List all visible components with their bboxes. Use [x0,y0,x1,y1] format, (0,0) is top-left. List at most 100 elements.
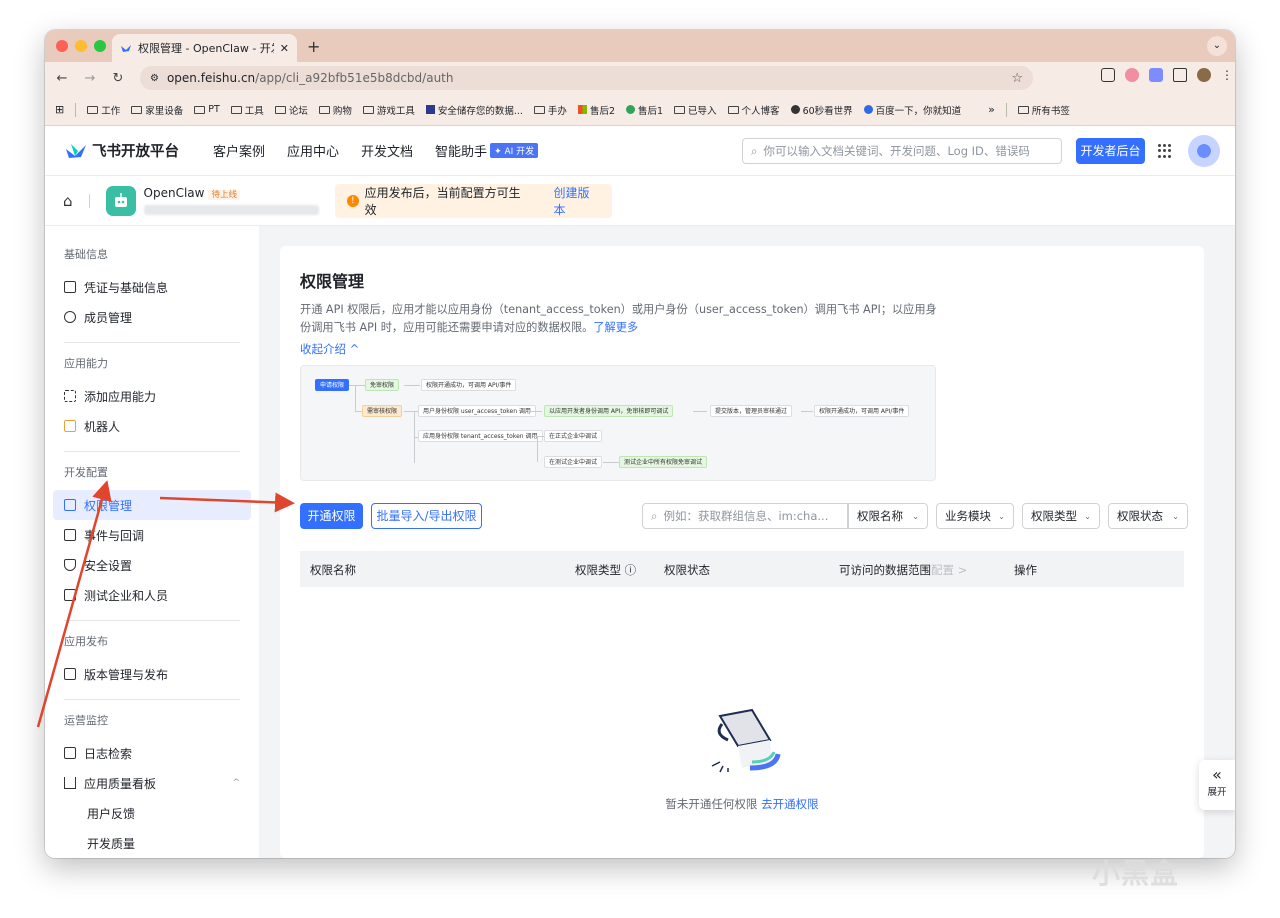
expand-panel-button[interactable]: « 展开 [1199,760,1235,810]
extension-icon[interactable] [1101,68,1115,82]
create-version-link[interactable]: 创建版本 [553,184,600,218]
sidebar-item-events[interactable]: 事件与回调 [45,520,259,550]
menu-icon[interactable]: ⋮ [1221,68,1233,82]
bookmark-item[interactable]: 手办 [533,103,567,117]
sidebar-item-versions[interactable]: 版本管理与发布 [45,659,259,689]
bookmark-item[interactable]: 游戏工具 [362,103,415,117]
collapse-intro-link[interactable]: 收起介绍 ^ [300,341,1184,357]
nav-assistant[interactable]: 智能助手 ✦ AI 开发 [435,141,539,160]
extensions-puzzle-icon[interactable] [1173,68,1187,82]
batch-import-export-button[interactable]: 批量导入/导出权限 [371,503,482,529]
extension-icon[interactable] [1149,68,1163,82]
permission-type-select[interactable]: 权限类型 ⌄ [1022,503,1100,529]
select-label: 权限名称 [857,509,903,523]
folder-icon [533,105,545,114]
extension-icon[interactable] [1125,68,1139,82]
site-header: 飞书开放平台 客户案例 应用中心 开发文档 智能助手 ✦ AI 开发 ⌕ 你可以输… [45,126,1235,176]
open-permission-button[interactable]: 开通权限 [300,503,363,529]
minimize-window-button[interactable] [75,40,87,52]
address-bar[interactable]: ⚙ open.feishu.cn/app/cli_a92bfb51e5b8dcb… [140,66,1033,90]
flow-submit: 提交版本，管理员审核通过 [710,405,793,417]
apps-grid-icon[interactable]: ⊞ [55,103,64,116]
notice-text: 应用发布后，当前配置方可生效 [364,186,521,217]
permission-status-select[interactable]: 权限状态 ⌄ [1108,503,1188,529]
bookmark-star-icon[interactable]: ☆ [1011,71,1023,86]
tab-search-icon[interactable]: ⌄ [1207,36,1227,56]
maximize-window-button[interactable] [94,40,106,52]
bookmark-item[interactable]: 工作 [87,103,120,117]
bookmark-item[interactable]: 个人博客 [727,103,780,117]
sidebar-item-feedback[interactable]: 用户反馈 [45,798,259,828]
site-logo[interactable]: 飞书开放平台 [65,140,179,161]
empty-illustration [280,706,1204,789]
all-bookmarks-button[interactable]: 所有书签 [1017,103,1070,117]
go-open-permission-link[interactable]: 去开通权限 [761,797,819,811]
bookmark-item[interactable]: 已导入 [674,103,717,117]
bookmark-item[interactable]: 家里设备 [131,103,183,117]
flow-user-call: 以应用开发者身份调用 API，免审核即可调试 [544,405,674,417]
flow-user-perm: 用户身份权限 user_access_token 调用 [418,405,536,417]
new-tab-button[interactable]: + [307,37,320,56]
more-bookmarks-button[interactable]: » [988,103,995,116]
back-icon[interactable]: ← [55,71,69,86]
sidebar-item-credentials[interactable]: 凭证与基础信息 [45,272,259,302]
bookmark-item[interactable]: 购物 [318,103,352,117]
sidebar-item-add-capability[interactable]: 添加应用能力 [45,381,259,411]
code-icon [64,589,76,601]
nav-docs[interactable]: 开发文档 [361,141,413,160]
learn-more-link[interactable]: 了解更多 [593,321,638,334]
forward-icon[interactable]: → [83,71,97,86]
shield-icon [425,105,435,114]
bookmark-item[interactable]: 工具 [230,103,264,117]
sidebar-item-members[interactable]: 成员管理 [45,302,259,332]
column-type[interactable]: 权限类型 ⓘ [575,562,636,578]
bookmark-item[interactable]: 售后2 [577,103,615,117]
bookmark-item[interactable]: 安全储存您的数据... [425,103,523,117]
profile-avatar[interactable] [1197,68,1211,82]
permission-name-select[interactable]: 权限名称 ⌄ [848,503,928,529]
sidebar-item-bot[interactable]: 机器人 [45,411,259,441]
bookmark-item[interactable]: 百度一下，你就知道 [863,103,961,117]
apps-grid-icon[interactable] [1158,144,1172,158]
column-range: 可访问的数据范围 [839,563,931,577]
module-select[interactable]: 业务模块 ⌄ [936,503,1014,529]
site-info-icon[interactable]: ⚙ [150,73,159,84]
home-icon[interactable]: ⌂ [63,192,73,210]
sidebar-item-security[interactable]: 安全设置 [45,550,259,580]
app-bar: ⌂ OpenClaw 待上线 ! 应用发布后，当前配置方可生效 创建版本 [45,176,1235,226]
folder-icon [362,105,374,114]
sidebar-item-quality[interactable]: 应用质量看板 ^ [45,768,259,798]
table-header: 权限名称 权限类型 ⓘ 权限状态 可访问的数据范围 配置 > 操作 [300,551,1184,587]
close-window-button[interactable] [56,40,68,52]
lock-icon [64,499,76,511]
bookmark-label: 已导入 [688,105,717,117]
app-name-block: OpenClaw 待上线 [143,186,319,215]
robot-icon [64,420,76,432]
divider [64,342,240,343]
permission-search-input[interactable]: ⌕ 例如：获取群组信息、im:cha... [642,503,848,529]
nav-app-center[interactable]: 应用中心 [287,141,339,160]
tab-close-icon[interactable]: ✕ [280,42,289,55]
divider [64,451,240,452]
nav-cases[interactable]: 客户案例 [213,141,265,160]
chevron-up-icon[interactable]: ^ [232,778,240,788]
sidebar: 基础信息 凭证与基础信息 成员管理 应用能力 添加应用能力 机器人 开发配置 权… [45,226,259,858]
main-area: 基础信息 凭证与基础信息 成员管理 应用能力 添加应用能力 机器人 开发配置 权… [45,226,1235,858]
browser-tab[interactable]: 权限管理 - OpenClaw - 开发者 ✕ [112,34,297,62]
bookmark-item[interactable]: 售后1 [625,103,663,117]
doc-search-input[interactable]: ⌕ 你可以输入文档关键词、开发问题、Log ID、错误码 [742,138,1062,164]
sidebar-item-test-tenant[interactable]: 测试企业和人员 [45,580,259,610]
user-avatar[interactable] [1188,135,1220,167]
sidebar-item-permissions[interactable]: 权限管理 [53,490,251,520]
reload-icon[interactable]: ↻ [111,71,125,86]
sidebar-item-logs[interactable]: 日志检索 [45,738,259,768]
flow-success-2: 权限开通成功，可调用 API/事件 [814,405,910,417]
sidebar-item-dev-quality[interactable]: 开发质量 [45,828,259,858]
bookmark-item[interactable]: PT [194,104,220,115]
bookmark-item[interactable]: 60秒看世界 [790,103,853,117]
bookmark-item[interactable]: 论坛 [274,103,308,117]
flow-connector [693,411,707,412]
bookmark-label: 购物 [332,105,352,117]
developer-console-button[interactable]: 开发者后台 [1076,138,1145,164]
range-config-link[interactable]: 配置 > [931,562,967,578]
